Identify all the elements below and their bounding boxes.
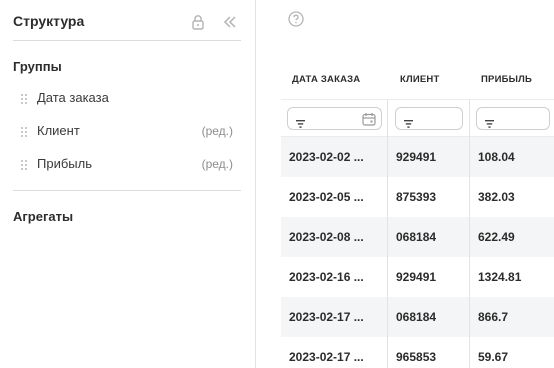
order-date-cell: 2023-02-02 ... [289, 150, 364, 164]
edit-link[interactable]: (ред.) [202, 157, 233, 171]
column-header-order-date[interactable]: ДАТА ЗАКАЗА [292, 74, 360, 85]
edit-link[interactable]: (ред.) [202, 124, 233, 138]
client-cell: 929491 [396, 150, 437, 164]
header-divider [13, 40, 241, 41]
question-circle-icon[interactable] [288, 11, 304, 27]
panel-header: Структура [13, 12, 241, 32]
table-row[interactable]: 2023-02-17 ... 068184 866.7 [281, 297, 554, 337]
double-chevron-left-icon[interactable] [222, 14, 238, 30]
group-field-order-date[interactable]: Дата заказа [20, 87, 238, 109]
profit-cell: 622.49 [478, 230, 515, 244]
filter-icon [296, 115, 305, 128]
groups-section-title: Группы [13, 59, 62, 74]
aggregates-section-title: Агрегаты [13, 209, 74, 224]
group-field-profit[interactable]: Прибыль (ред.) [20, 153, 238, 175]
client-cell: 068184 [396, 230, 437, 244]
group-field-client[interactable]: Клиент (ред.) [20, 120, 238, 142]
table-row[interactable]: 2023-02-16 ... 929491 1324.81 [281, 257, 554, 297]
table-row[interactable]: 2023-02-02 ... 929491 108.04 [281, 137, 554, 177]
filter-icon [485, 115, 494, 128]
profit-filter-input[interactable] [476, 107, 550, 130]
column-divider [387, 99, 388, 368]
profit-cell: 59.67 [478, 350, 509, 364]
panel-title: Структура [13, 13, 85, 29]
lock-icon[interactable] [191, 14, 205, 30]
profit-cell: 108.04 [478, 150, 515, 164]
profit-cell: 866.7 [478, 310, 509, 324]
order-date-cell: 2023-02-17 ... [289, 350, 364, 364]
client-cell: 068184 [396, 310, 437, 324]
order-date-cell: 2023-02-05 ... [289, 190, 364, 204]
column-header-client[interactable]: КЛИЕНТ [400, 74, 440, 85]
field-label: Дата заказа [37, 90, 109, 105]
drag-handle-icon[interactable] [20, 158, 28, 170]
filter-row [281, 99, 554, 137]
order-date-cell: 2023-02-08 ... [289, 230, 364, 244]
client-cell: 929491 [396, 270, 437, 284]
drag-handle-icon[interactable] [20, 92, 28, 104]
order-date-cell: 2023-02-16 ... [289, 270, 364, 284]
client-cell: 875393 [396, 190, 437, 204]
table-row[interactable]: 2023-02-08 ... 068184 622.49 [281, 217, 554, 257]
drag-handle-icon[interactable] [20, 125, 28, 137]
section-divider [13, 190, 241, 191]
calendar-icon[interactable] [362, 112, 376, 126]
column-divider [469, 99, 470, 368]
table-row[interactable]: 2023-02-17 ... 965853 59.67 [281, 337, 554, 368]
order-date-cell: 2023-02-17 ... [289, 310, 364, 324]
client-cell: 965853 [396, 350, 437, 364]
table-row[interactable]: 2023-02-05 ... 875393 382.03 [281, 177, 554, 217]
profit-cell: 382.03 [478, 190, 515, 204]
order-date-filter-input[interactable] [287, 107, 382, 130]
field-label: Прибыль [37, 156, 92, 171]
field-label: Клиент [37, 123, 80, 138]
profit-cell: 1324.81 [478, 270, 522, 284]
client-filter-input[interactable] [395, 107, 463, 130]
structure-panel: Структура Группы Дата заказа Клиент (ред… [0, 0, 256, 368]
filter-icon [404, 115, 413, 128]
column-header-profit[interactable]: ПРИБЫЛЬ [481, 74, 532, 85]
